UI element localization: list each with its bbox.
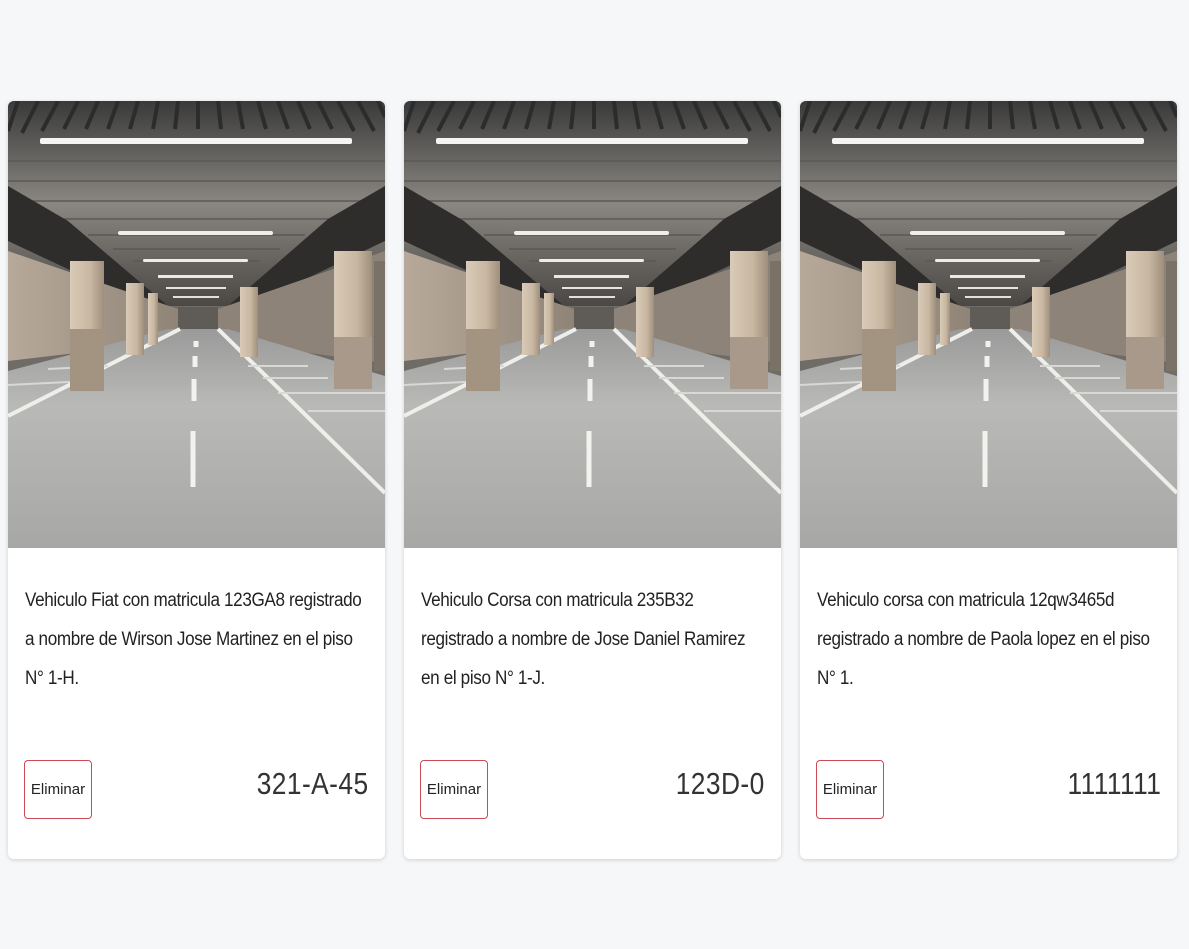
cards-grid: Vehiculo Fiat con matricula 123GA8 regis… <box>8 101 1177 859</box>
delete-button[interactable]: Eliminar <box>816 760 884 819</box>
card-description: Vehiculo corsa con matricula 12qw3465d r… <box>817 590 1150 689</box>
vehicle-card: Vehiculo corsa con matricula 12qw3465d r… <box>800 101 1177 859</box>
vehicle-card: Vehiculo Fiat con matricula 123GA8 regis… <box>8 101 385 859</box>
license-plate: 321-A-45 <box>257 766 369 801</box>
vehicle-card: Vehiculo Corsa con matricula 235B32 regi… <box>404 101 781 859</box>
parking-garage-image <box>8 101 385 548</box>
license-plate: 1111111 <box>1067 766 1161 801</box>
card-description: Vehiculo Corsa con matricula 235B32 regi… <box>421 590 746 689</box>
delete-button[interactable]: Eliminar <box>420 760 488 819</box>
parking-garage-image <box>404 101 781 548</box>
license-plate: 123D-0 <box>676 766 765 801</box>
delete-button[interactable]: Eliminar <box>24 760 92 819</box>
card-description: Vehiculo Fiat con matricula 123GA8 regis… <box>25 590 362 689</box>
parking-garage-image <box>800 101 1177 548</box>
